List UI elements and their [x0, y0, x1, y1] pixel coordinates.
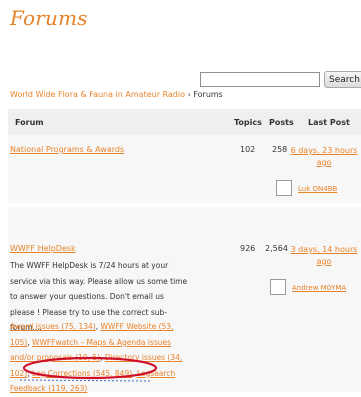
search-button[interactable]: Search: [324, 71, 361, 88]
page-title: Forums: [10, 6, 88, 30]
last-post-time[interactable]: 3 days, 14 hours: [291, 245, 358, 254]
search-input[interactable]: [200, 72, 320, 87]
subforum-link-directory-issues-count[interactable]: 102): [10, 369, 27, 378]
topics-count: 102: [240, 145, 256, 154]
subforum-link-award-issues[interactable]: Award issues (75, 134): [10, 322, 96, 331]
subforum-list: Award issues (75, 134), WWFF Website (53…: [10, 322, 183, 393]
column-header-posts: Posts: [269, 118, 294, 127]
last-post-user-link[interactable]: Luk ON4BB: [298, 185, 337, 193]
column-header-topics: Topics: [234, 118, 262, 127]
subforum-link-log-corrections[interactable]: Log Corrections (545, 849): [32, 369, 132, 378]
subforum-link-wwff-website-count[interactable]: 105): [10, 338, 27, 347]
subforum-link-logsearch[interactable]: Logsearch: [137, 369, 175, 378]
subforum-link-wwff-website[interactable]: WWFF Website (53,: [100, 322, 173, 331]
posts-count: 258: [272, 145, 288, 154]
breadcrumb-separator: ›: [187, 90, 191, 99]
forum-link-national-programs[interactable]: National Programs & Awards: [10, 145, 124, 154]
subforum-link-wwffwatch[interactable]: WWFFwatch – Maps & Agenda issues: [32, 338, 171, 347]
last-post-link[interactable]: 3 days, 14 hours ago: [287, 244, 361, 268]
column-header-forum: Forum: [15, 118, 44, 127]
column-header-last-post: Last Post: [308, 118, 350, 127]
description-line: to answer your questions. Don't email us: [10, 292, 164, 301]
description-line: service via this way. Please allow us so…: [10, 276, 188, 286]
avatar[interactable]: [276, 180, 292, 196]
subforum-link-directory-issues[interactable]: Directory issues (34,: [105, 353, 182, 362]
description-line: please ! Please try to use the correct s…: [10, 307, 167, 317]
breadcrumb: World Wide Flora & Fauna in Amateur Radi…: [10, 90, 223, 99]
last-post-link[interactable]: 6 days, 23 hours ago: [287, 145, 361, 169]
breadcrumb-current: Forums: [193, 90, 223, 99]
forum-link-wwff-helpdesk[interactable]: WWFF HelpDesk: [10, 244, 76, 253]
subforum-link-wwffwatch-cont[interactable]: and/or proposals (10, 5): [10, 353, 100, 362]
breadcrumb-root-link[interactable]: World Wide Flora & Fauna in Amateur Radi…: [10, 90, 185, 99]
last-post-time[interactable]: 6 days, 23 hours: [291, 146, 358, 155]
topics-count: 926: [240, 244, 256, 253]
last-post-time-suffix[interactable]: ago: [317, 257, 332, 266]
forum-table-header: Forum Topics Posts Last Post: [8, 109, 361, 135]
last-post-user-link[interactable]: Andrew M0YMA: [292, 284, 346, 292]
avatar[interactable]: [270, 279, 286, 295]
description-line: The WWFF HelpDesk is 7/24 hours at your: [10, 261, 169, 270]
last-post-time-suffix[interactable]: ago: [317, 158, 332, 167]
posts-count: 2,564: [265, 244, 288, 253]
